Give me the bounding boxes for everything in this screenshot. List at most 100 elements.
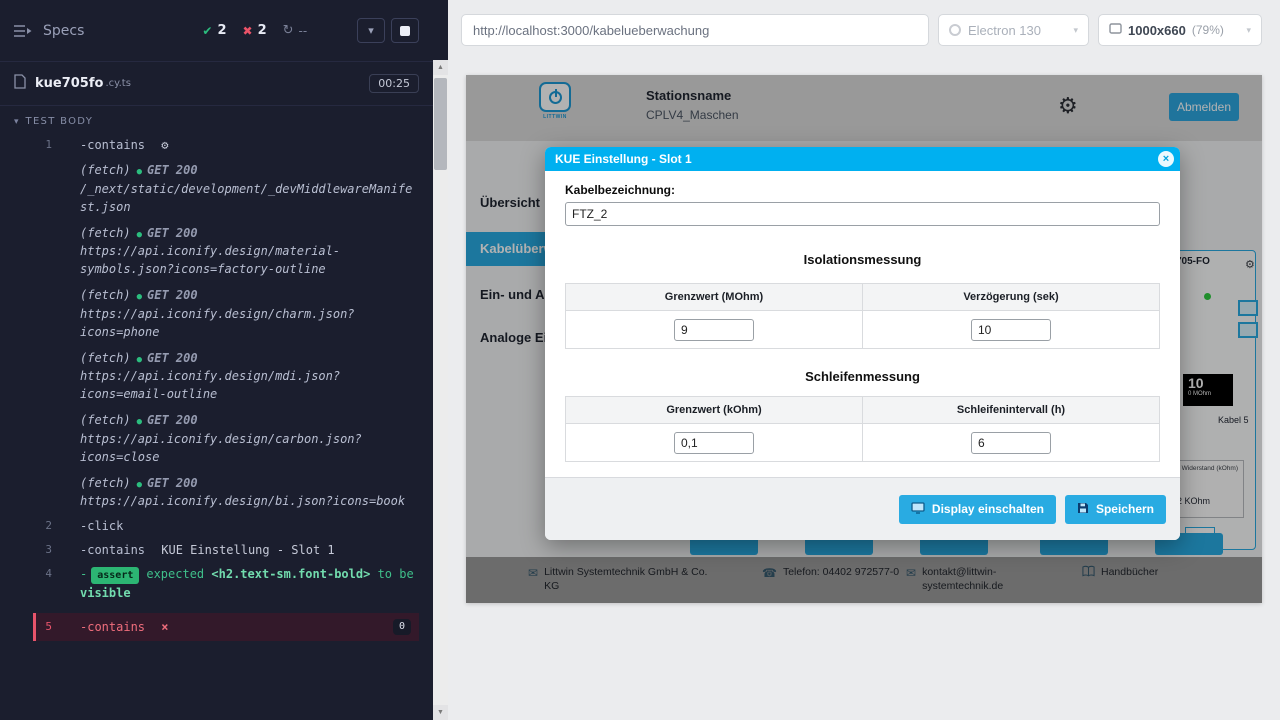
loop-table: Grenzwert (kOhm) Schleifenintervall (h) bbox=[565, 396, 1160, 462]
fetch-status: GET 200 bbox=[147, 163, 198, 177]
fetch-log-entry[interactable]: (fetch) ● GET 200 https://api.iconify.desi… bbox=[0, 470, 433, 515]
reporter-scrollbar[interactable]: ▲ ▼ bbox=[433, 0, 448, 720]
command-row-assert[interactable]: 4 -assertexpected <h2.text-sm.font-bold>… bbox=[0, 562, 433, 605]
fetch-url: https://api.iconify.design/mdi.json?icon… bbox=[80, 367, 419, 403]
fetch-status: GET 200 bbox=[147, 226, 198, 240]
column-header-schleifenintervall: Schleifenintervall (h) bbox=[862, 397, 1159, 423]
command-row-failed-contains[interactable]: 5 -contains × 0 bbox=[33, 613, 419, 641]
assert-message: to be bbox=[370, 567, 413, 581]
spec-extension: .cy.ts bbox=[105, 78, 130, 89]
stop-run-button[interactable] bbox=[391, 18, 419, 43]
fetch-url: /_next/static/development/_devMiddleware… bbox=[80, 180, 419, 216]
command-argument: × bbox=[161, 620, 168, 634]
fetch-log-entry[interactable]: (fetch)●GET 200 https://api.iconify.desi… bbox=[0, 282, 433, 345]
electron-icon bbox=[949, 24, 961, 36]
save-button[interactable]: Speichern bbox=[1065, 495, 1166, 524]
display-on-button[interactable]: Display einschalten bbox=[899, 495, 1056, 524]
check-icon: ✔ bbox=[202, 24, 212, 38]
address-bar[interactable] bbox=[461, 14, 929, 46]
isolation-table: Grenzwert (MOhm) Verzögerung (sek) bbox=[565, 283, 1160, 349]
grenzwert-kohm-input[interactable] bbox=[674, 432, 754, 454]
element-count-badge: 0 bbox=[393, 619, 411, 635]
column-header-grenzwert-kohm: Grenzwert (kOhm) bbox=[566, 397, 862, 423]
gear-glyph-arg: ⚙ bbox=[161, 138, 168, 152]
dialog-footer: Display einschalten Speichern bbox=[545, 477, 1180, 540]
cypress-reporter-panel: Specs ✔ 2 ✖ 2 ↻ -- ▾ bbox=[0, 0, 433, 720]
fetch-label: (fetch) bbox=[80, 476, 131, 490]
viewport-selector[interactable]: 1000x660 (79%) ▾ bbox=[1098, 14, 1262, 46]
command-number: 2 bbox=[0, 517, 52, 535]
fetch-log-entry[interactable]: (fetch)●GET 200 https://api.iconify.desi… bbox=[0, 220, 433, 283]
status-dot-icon: ● bbox=[137, 417, 142, 427]
app-under-test: LITTWIN Stationsname CPLV4_Maschen ⚙ Abm… bbox=[466, 75, 1262, 603]
command-name: -click bbox=[80, 519, 123, 533]
cross-icon: ✖ bbox=[243, 24, 253, 38]
command-row-click[interactable]: 2 -click bbox=[0, 514, 433, 538]
cable-name-label: Kabelbezeichnung: bbox=[565, 183, 1160, 197]
fetch-status: GET 200 bbox=[147, 351, 198, 365]
fetch-label: (fetch) bbox=[80, 351, 131, 365]
fetch-url: https://api.iconify.design/material-symb… bbox=[80, 242, 419, 278]
assert-dash: - bbox=[80, 567, 87, 581]
assert-target: <h2.text-sm.font-bold> bbox=[211, 567, 370, 581]
command-name: -contains bbox=[80, 543, 145, 557]
viewport-size: 1000x660 bbox=[1128, 23, 1186, 38]
fetch-status: GET 200 bbox=[147, 476, 198, 490]
browser-selector[interactable]: Electron 130 ▾ bbox=[938, 14, 1089, 46]
passed-count: 2 bbox=[217, 23, 226, 38]
scrollbar-down-arrow[interactable]: ▼ bbox=[433, 705, 448, 720]
aut-panel: Electron 130 ▾ 1000x660 (79%) ▾ LITTWIN bbox=[448, 0, 1280, 720]
command-number: 3 bbox=[0, 541, 52, 559]
command-name: -contains bbox=[80, 138, 145, 152]
command-row-contains-gear[interactable]: 1 -contains ⚙ bbox=[0, 133, 433, 157]
verzoegerung-input[interactable] bbox=[971, 319, 1051, 341]
status-dot-icon: ● bbox=[137, 230, 142, 240]
cable-name-input[interactable] bbox=[565, 202, 1160, 226]
pending-icon: ↻ bbox=[283, 23, 294, 38]
dialog-header: KUE Einstellung - Slot 1 × bbox=[545, 147, 1180, 171]
scrollbar-thumb[interactable] bbox=[434, 78, 447, 170]
command-row-contains-title[interactable]: 3 -contains KUE Einstellung - Slot 1 bbox=[0, 538, 433, 562]
fetch-log-entry[interactable]: (fetch)●GET 200 https://api.iconify.desi… bbox=[0, 407, 433, 470]
fetch-url: https://api.iconify.design/charm.json?ic… bbox=[80, 305, 419, 341]
status-dot-icon: ● bbox=[137, 355, 142, 365]
test-body-label: TEST BODY bbox=[26, 116, 94, 127]
viewport-zoom: (79%) bbox=[1192, 23, 1224, 37]
scrollbar-up-arrow[interactable]: ▲ bbox=[433, 60, 448, 75]
fetch-log-entry[interactable]: (fetch)●GET 200 /_next/static/developmen… bbox=[0, 157, 433, 220]
fetch-status: GET 200 bbox=[147, 288, 198, 302]
stat-passed: ✔ 2 bbox=[202, 23, 226, 38]
command-argument: KUE Einstellung - Slot 1 bbox=[161, 543, 334, 557]
dialog-title: KUE Einstellung - Slot 1 bbox=[555, 152, 692, 166]
fetch-status: GET 200 bbox=[147, 413, 198, 427]
status-dot-icon: ● bbox=[137, 480, 142, 490]
schleifenintervall-input[interactable] bbox=[971, 432, 1051, 454]
grenzwert-mohm-input[interactable] bbox=[674, 319, 754, 341]
stat-failed: ✖ 2 bbox=[243, 23, 267, 38]
close-icon[interactable]: × bbox=[1158, 151, 1174, 167]
fetch-url: https://api.iconify.design/bi.json?icons… bbox=[80, 492, 419, 510]
url-input[interactable] bbox=[473, 23, 917, 38]
test-body-section-header[interactable]: ▾ TEST BODY bbox=[0, 106, 433, 133]
stat-pending: ↻ -- bbox=[283, 23, 308, 38]
scrollbar-track[interactable]: ▲ ▼ bbox=[433, 60, 448, 720]
fetch-label: (fetch) bbox=[80, 413, 131, 427]
caret-down-icon: ▾ bbox=[14, 117, 19, 127]
spec-file-row[interactable]: kue705fo .cy.ts 00:25 bbox=[0, 62, 433, 106]
fetch-log-entry[interactable]: (fetch) ● GET 200 https://api.iconify.desi… bbox=[0, 345, 433, 408]
monitor-icon bbox=[911, 502, 925, 517]
reporter-header: Specs ✔ 2 ✖ 2 ↻ -- ▾ bbox=[0, 0, 433, 62]
aut-stage: LITTWIN Stationsname CPLV4_Maschen ⚙ Abm… bbox=[448, 60, 1280, 720]
assert-state: visible bbox=[80, 586, 131, 600]
specs-menu-icon[interactable] bbox=[14, 24, 33, 38]
failed-count: 2 bbox=[258, 23, 267, 38]
collapse-all-button[interactable]: ▾ bbox=[357, 18, 385, 43]
runner-topbar: Electron 130 ▾ 1000x660 (79%) ▾ bbox=[448, 0, 1280, 60]
command-log: 1 -contains ⚙ (fetch)●GET 200 /_next/sta… bbox=[0, 133, 433, 641]
spec-name: kue705fo bbox=[35, 76, 103, 91]
specs-link[interactable]: Specs bbox=[43, 23, 84, 39]
status-dot-icon: ● bbox=[137, 292, 142, 302]
isolation-section-title: Isolationsmessung bbox=[565, 252, 1160, 267]
pending-count: -- bbox=[299, 24, 308, 38]
page: Specs ✔ 2 ✖ 2 ↻ -- ▾ bbox=[0, 0, 1280, 720]
